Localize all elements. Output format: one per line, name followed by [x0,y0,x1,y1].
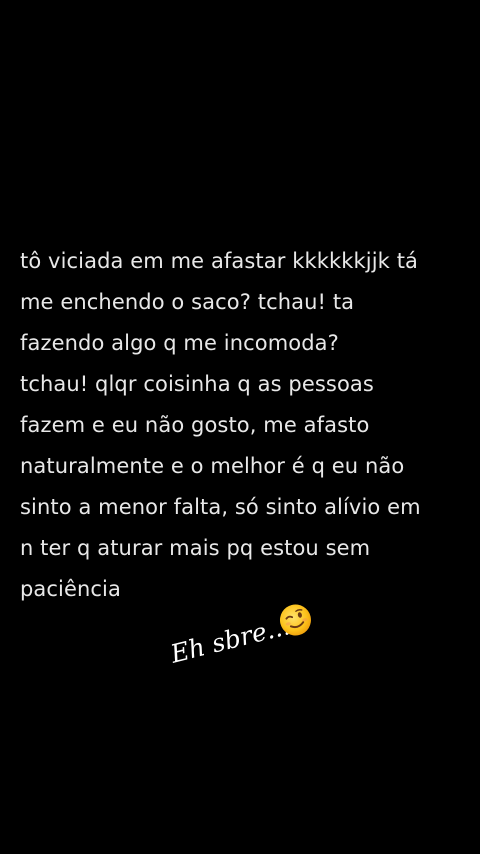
story-text-line: sinto a menor falta, só sinto alívio em [20,495,421,519]
story-text-line: naturalmente e o melhor é q eu não [20,454,405,478]
story-text-line: me enchendo o saco? tchau! ta [20,290,355,314]
winking-face-icon [275,599,316,640]
story-canvas: tô viciada em me afastar kkkkkkjjk tá me… [0,0,480,854]
story-text-line: tchau! qlqr coisinha q as pessoas [20,372,374,396]
story-text-line: fazendo algo q me incomoda? [20,331,339,355]
story-text-line: tô viciada em me afastar kkkkkkjjk tá [20,249,419,273]
story-text-line: n ter q aturar mais pq estou sem [20,536,371,560]
story-text-line: paciência [20,577,121,601]
story-text-line: fazem e eu não gosto, me afasto [20,413,370,437]
story-text: tô viciada em me afastar kkkkkkjjk tá me… [20,241,470,610]
